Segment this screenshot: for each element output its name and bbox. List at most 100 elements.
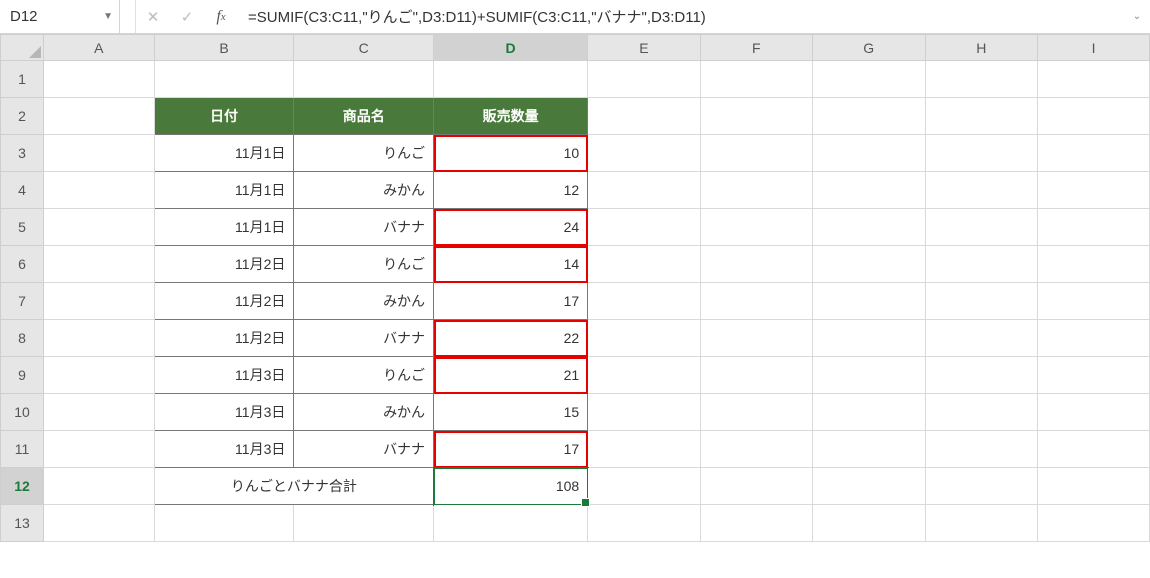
cell[interactable] xyxy=(925,468,1038,505)
table-header-qty[interactable]: 販売数量 xyxy=(434,98,588,135)
cell[interactable] xyxy=(1038,431,1150,468)
cell[interactable] xyxy=(700,61,812,98)
cell-date[interactable]: 11月2日 xyxy=(154,320,294,357)
cell[interactable] xyxy=(812,209,925,246)
cell[interactable] xyxy=(588,394,700,431)
table-header-date[interactable]: 日付 xyxy=(154,98,294,135)
cell[interactable] xyxy=(925,283,1038,320)
cell[interactable] xyxy=(700,98,812,135)
cell[interactable] xyxy=(925,246,1038,283)
cell[interactable] xyxy=(1038,172,1150,209)
cell[interactable] xyxy=(588,505,700,542)
cell[interactable] xyxy=(1038,394,1150,431)
cell[interactable] xyxy=(1038,98,1150,135)
cell[interactable] xyxy=(925,172,1038,209)
cell[interactable] xyxy=(700,431,812,468)
cell[interactable] xyxy=(812,61,925,98)
cell-date[interactable]: 11月2日 xyxy=(154,283,294,320)
cell[interactable] xyxy=(700,209,812,246)
fx-icon[interactable]: fx xyxy=(204,0,238,33)
cell-date[interactable]: 11月1日 xyxy=(154,209,294,246)
row-header[interactable]: 8 xyxy=(1,320,44,357)
cell-qty[interactable]: 15 xyxy=(434,394,588,431)
cell[interactable] xyxy=(1038,283,1150,320)
cell[interactable] xyxy=(812,505,925,542)
chevron-down-icon[interactable]: ▼ xyxy=(103,11,113,22)
cell[interactable] xyxy=(1038,505,1150,542)
row-header[interactable]: 6 xyxy=(1,246,44,283)
col-header-G[interactable]: G xyxy=(812,35,925,61)
row-header[interactable]: 11 xyxy=(1,431,44,468)
cell-product[interactable]: バナナ xyxy=(294,209,434,246)
cell[interactable] xyxy=(154,505,294,542)
cell[interactable] xyxy=(812,246,925,283)
cell[interactable] xyxy=(812,172,925,209)
col-header-H[interactable]: H xyxy=(925,35,1038,61)
cell[interactable] xyxy=(1038,468,1150,505)
cell-qty[interactable]: 24 xyxy=(434,209,588,246)
cell-product[interactable]: りんご xyxy=(294,246,434,283)
cell[interactable] xyxy=(700,468,812,505)
cell[interactable] xyxy=(700,246,812,283)
row-header[interactable]: 10 xyxy=(1,394,44,431)
cell[interactable] xyxy=(588,357,700,394)
cell[interactable] xyxy=(925,431,1038,468)
cell[interactable] xyxy=(812,468,925,505)
cell-date[interactable]: 11月1日 xyxy=(154,172,294,209)
cell-qty[interactable]: 17 xyxy=(434,431,588,468)
cell-qty[interactable]: 10 xyxy=(434,135,588,172)
cell-product[interactable]: みかん xyxy=(294,283,434,320)
cell[interactable] xyxy=(700,283,812,320)
cell[interactable] xyxy=(588,172,700,209)
cell[interactable] xyxy=(700,320,812,357)
name-box[interactable] xyxy=(10,8,80,25)
cell[interactable] xyxy=(812,135,925,172)
select-all-corner[interactable] xyxy=(1,35,44,61)
cell-date[interactable]: 11月3日 xyxy=(154,431,294,468)
footer-value-cell[interactable]: 108 xyxy=(434,468,588,505)
col-header-B[interactable]: B xyxy=(154,35,294,61)
row-header[interactable]: 1 xyxy=(1,61,44,98)
cell[interactable] xyxy=(925,135,1038,172)
cell[interactable] xyxy=(588,320,700,357)
cell[interactable] xyxy=(434,505,588,542)
cell[interactable] xyxy=(700,135,812,172)
row-header[interactable]: 4 xyxy=(1,172,44,209)
cell[interactable] xyxy=(44,209,155,246)
cell[interactable] xyxy=(588,98,700,135)
footer-label-cell[interactable]: りんごとバナナ合計 xyxy=(154,468,433,505)
col-header-C[interactable]: C xyxy=(294,35,434,61)
cell[interactable] xyxy=(588,431,700,468)
row-header[interactable]: 3 xyxy=(1,135,44,172)
cell[interactable] xyxy=(1038,209,1150,246)
cell[interactable] xyxy=(154,61,294,98)
cell-product[interactable]: みかん xyxy=(294,172,434,209)
cell[interactable] xyxy=(700,357,812,394)
cell[interactable] xyxy=(700,172,812,209)
cell[interactable] xyxy=(588,135,700,172)
cell[interactable] xyxy=(812,320,925,357)
cell[interactable] xyxy=(294,61,434,98)
check-icon[interactable]: ✓ xyxy=(170,0,204,33)
row-header[interactable]: 5 xyxy=(1,209,44,246)
cell-qty[interactable]: 14 xyxy=(434,246,588,283)
row-header[interactable]: 13 xyxy=(1,505,44,542)
cell[interactable] xyxy=(925,505,1038,542)
cell[interactable] xyxy=(434,61,588,98)
cell[interactable] xyxy=(588,209,700,246)
name-box-container[interactable]: ▼ xyxy=(0,0,120,33)
cell[interactable] xyxy=(1038,61,1150,98)
cell[interactable] xyxy=(588,468,700,505)
cell[interactable] xyxy=(1038,320,1150,357)
cell[interactable] xyxy=(925,394,1038,431)
cell-date[interactable]: 11月1日 xyxy=(154,135,294,172)
cell-qty[interactable]: 22 xyxy=(434,320,588,357)
col-header-I[interactable]: I xyxy=(1038,35,1150,61)
cell[interactable] xyxy=(1038,246,1150,283)
cell-qty[interactable]: 21 xyxy=(434,357,588,394)
cell[interactable] xyxy=(812,98,925,135)
cell[interactable] xyxy=(44,357,155,394)
cell[interactable] xyxy=(588,246,700,283)
cell-date[interactable]: 11月2日 xyxy=(154,246,294,283)
expand-formula-bar-icon[interactable]: ⌄ xyxy=(1124,0,1150,33)
